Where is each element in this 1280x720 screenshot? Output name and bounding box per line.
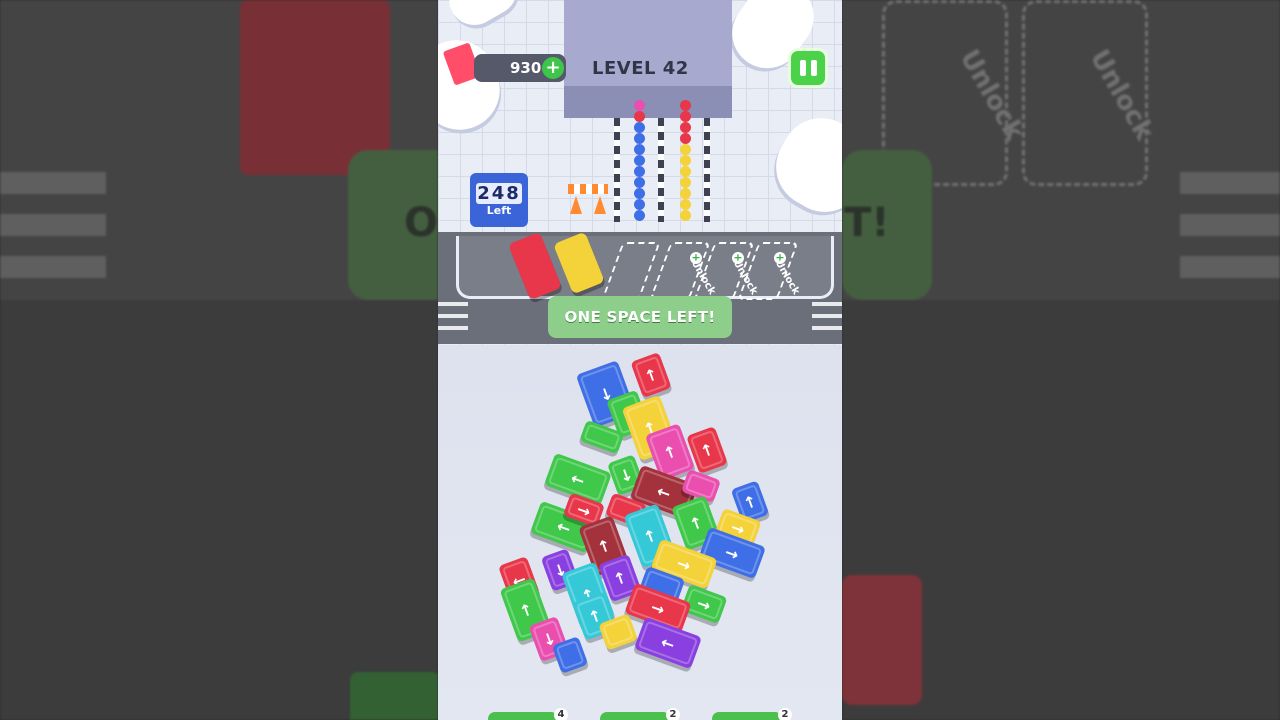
direction-arrow-icon: → — [674, 552, 694, 576]
direction-arrow-icon: ↑ — [660, 440, 680, 464]
passenger-figure — [634, 199, 645, 210]
road-stripe — [438, 326, 468, 330]
booster-count-badge-3: 2 — [778, 708, 792, 720]
game-viewport[interactable]: 930 + LEVEL 42 248 Left + Unlock + Unloc… — [438, 0, 842, 720]
passenger-figure — [680, 210, 691, 221]
direction-arrow-icon: ← — [554, 515, 574, 539]
direction-arrow-icon: ↑ — [697, 438, 717, 462]
background-left-blur: O — [0, 0, 438, 720]
road-stripe — [438, 314, 468, 318]
passengers-left-counter: 248 Left — [470, 173, 528, 227]
passenger-figure — [634, 166, 645, 177]
passenger-figure — [634, 210, 645, 221]
direction-arrow-icon: ← — [568, 467, 588, 491]
direction-arrow-icon: ↑ — [594, 534, 614, 558]
pause-button[interactable] — [788, 48, 828, 88]
road-stripe — [812, 302, 842, 306]
passenger-figure — [634, 188, 645, 199]
direction-arrow-icon: ↑ — [740, 490, 760, 514]
boarding-gate-roof — [564, 86, 732, 118]
passenger-figure — [634, 111, 645, 122]
road-stripe — [812, 314, 842, 318]
booster-button-1[interactable] — [488, 712, 558, 720]
passenger-figure — [680, 188, 691, 199]
background-banner-text-left: O — [404, 200, 438, 246]
level-label: LEVEL 42 — [592, 58, 689, 79]
queue-lane-2 — [658, 118, 664, 222]
passenger-figure — [680, 122, 691, 133]
booster-count-badge-2: 2 — [666, 708, 680, 720]
direction-arrow-icon: ↑ — [640, 524, 660, 548]
game-stage: O Unlock Unlock T! 930 + LEVEL 42 248 Le… — [0, 0, 1280, 720]
passengers-left-label: Left — [486, 204, 512, 217]
direction-arrow-icon: ← — [658, 631, 678, 655]
road-stripe — [438, 302, 468, 306]
passenger-figure — [634, 177, 645, 188]
road-stripe — [812, 326, 842, 330]
passenger-figure — [634, 144, 645, 155]
passenger-figure — [680, 133, 691, 144]
passengers-left-number: 248 — [476, 183, 522, 204]
passenger-figure — [634, 122, 645, 133]
booster-button-3[interactable] — [712, 712, 782, 720]
passenger-figure — [680, 166, 691, 177]
direction-arrow-icon: → — [722, 541, 742, 565]
passenger-figure — [634, 100, 645, 111]
booster-count-badge-1: 4 — [554, 708, 568, 720]
queue-lane-1 — [614, 118, 620, 222]
coin-amount: 930 — [510, 59, 542, 77]
pause-icon-bar-left — [799, 60, 806, 76]
pause-icon-bar-right — [810, 60, 817, 76]
direction-arrow-icon: ↑ — [610, 566, 630, 590]
queue-lane-3 — [704, 118, 710, 222]
traffic-cone-icon — [570, 196, 582, 214]
direction-arrow-icon: → — [648, 596, 668, 620]
booster-button-2[interactable] — [600, 712, 670, 720]
direction-arrow-icon: ← — [654, 480, 674, 504]
construction-barrier — [568, 184, 608, 194]
traffic-cone-icon — [594, 196, 606, 214]
passenger-figure — [680, 100, 691, 111]
passenger-figure — [680, 155, 691, 166]
passenger-figure — [634, 133, 645, 144]
direction-arrow-icon: → — [694, 592, 714, 616]
passenger-figure — [680, 199, 691, 210]
direction-arrow-icon: ↓ — [616, 463, 636, 487]
passenger-figure — [680, 111, 691, 122]
background-right-blur: Unlock Unlock T! — [842, 0, 1280, 720]
passenger-figure — [680, 144, 691, 155]
passenger-figure — [634, 155, 645, 166]
background-banner-text-right: T! — [844, 200, 890, 246]
direction-arrow-icon: → — [574, 498, 594, 522]
passenger-figure — [680, 177, 691, 188]
direction-arrow-icon: ↑ — [516, 598, 536, 622]
direction-arrow-icon: ↑ — [641, 363, 661, 387]
add-coins-button[interactable]: + — [542, 57, 564, 79]
one-space-left-banner: ONE SPACE LEFT! — [548, 296, 732, 338]
direction-arrow-icon: ↑ — [686, 511, 706, 535]
